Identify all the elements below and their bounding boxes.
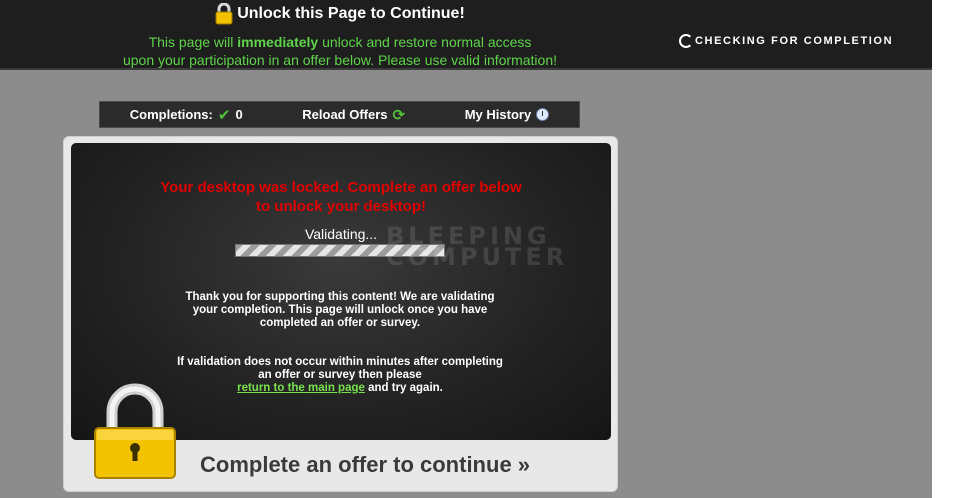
complete-offer-button[interactable]: Complete an offer to continue »: [200, 452, 530, 478]
lock-alert: Your desktop was locked. Complete an off…: [71, 178, 611, 216]
return-main-page-link[interactable]: return to the main page: [237, 382, 365, 394]
reload-label: Reload Offers: [302, 107, 388, 122]
top-banner: Unlock this Page to Continue! This page …: [0, 0, 932, 70]
completions-count: 0: [235, 107, 243, 122]
checking-status: CHECKING FOR COMPLETION: [679, 33, 893, 48]
checking-label: CHECKING FOR COMPLETION: [695, 34, 894, 47]
banner-title-row: Unlock this Page to Continue!: [0, 2, 680, 25]
watermark-line2: COMPUTER: [386, 243, 569, 271]
subtitle-text: This page will: [148, 34, 238, 50]
validation-message: If validation does not occur within minu…: [172, 356, 508, 395]
reload-offers-button[interactable]: Reload Offers ⟳: [302, 106, 405, 124]
spinner-icon: [679, 34, 693, 48]
completions-counter: Completions: ✔ 0: [130, 106, 243, 124]
alert-line1: Your desktop was locked. Complete an off…: [160, 179, 522, 196]
checkmark-icon: ✔: [217, 106, 231, 124]
subtitle-text-end: unlock and restore normal access: [318, 34, 532, 50]
alert-line2: to unlock your desktop!: [255, 198, 426, 215]
offer-nav-bar: Completions: ✔ 0 Reload Offers ⟳ My Hist…: [99, 101, 580, 128]
validation-text-end: and try again.: [364, 382, 443, 394]
history-label: My History: [464, 107, 532, 122]
subtitle-line2: upon your participation in an offer belo…: [122, 52, 557, 68]
subtitle-emphasis: immediately: [237, 34, 319, 50]
page-title: Unlock this Page to Continue!: [237, 5, 465, 22]
validation-text: If validation does not occur within minu…: [177, 356, 503, 381]
page-edge: [932, 0, 953, 498]
watermark: BLEEPING COMPUTER: [386, 224, 569, 271]
padlock-icon: [215, 2, 233, 25]
completions-label: Completions:: [129, 107, 213, 122]
my-history-button[interactable]: My History: [464, 107, 550, 122]
reload-icon: ⟳: [392, 106, 406, 124]
banner-subtitle: This page will immediately unlock and re…: [0, 33, 680, 69]
clock-icon: [536, 108, 550, 121]
padlock-icon: [92, 382, 178, 482]
thanks-message: Thank you for supporting this content! W…: [185, 291, 495, 329]
